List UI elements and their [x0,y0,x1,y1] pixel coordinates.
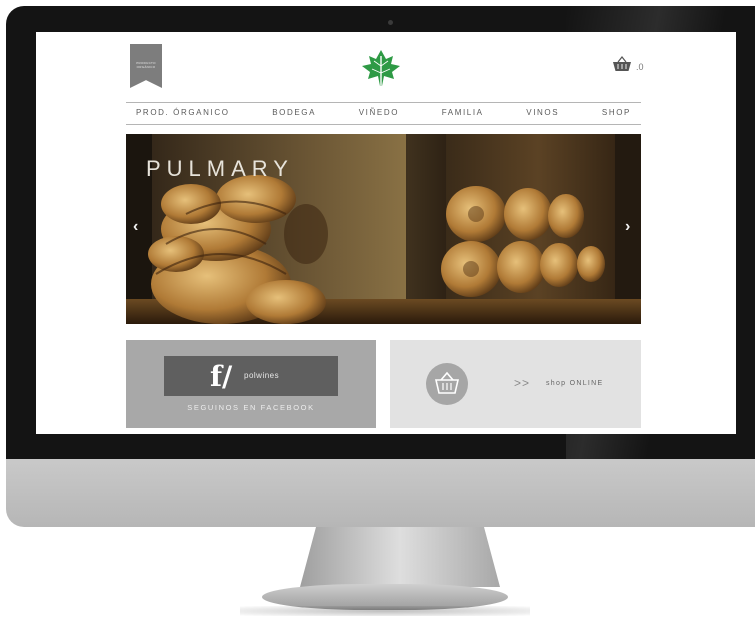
hero-slider[interactable]: PULMARY ‹ › [126,134,641,324]
monitor-stand-neck [300,527,500,587]
nav-item-prod-organico[interactable]: PROD. ÓRGANICO [136,108,230,122]
nav-item-shop[interactable]: SHOP [602,108,631,122]
basket-icon [434,371,460,394]
cart-count: .0 [636,62,644,72]
double-chevron-icon: >> [514,376,531,390]
nav-item-vinos[interactable]: VINOS [526,108,559,122]
badge-label: producto orgánico [136,61,156,69]
nav-bottom-divider [126,124,641,125]
basket-icon[interactable] [612,56,632,72]
main-nav: PROD. ÓRGANICO BODEGA VIÑEDO FAMILIA VIN… [126,108,641,122]
facebook-label: SEGUINOS EN FACEBOOK [187,403,315,412]
nav-item-familia[interactable]: FAMILIA [442,108,484,122]
monitor-shadow [240,606,530,616]
facebook-card[interactable]: f/ polwines SEGUINOS EN FACEBOOK [126,340,376,428]
shop-basket-circle[interactable] [426,363,468,405]
nav-item-vinedo[interactable]: VIÑEDO [359,108,399,122]
shop-online-card[interactable]: >> shop ONLINE [390,340,641,428]
leaf-logo-icon[interactable] [360,48,402,88]
facebook-button[interactable]: f/ polwines [164,356,338,396]
nav-top-divider [126,102,641,103]
monitor-chin [6,459,755,527]
website-screen: producto orgánico .0 PROD. ÓRGANICO BODE… [36,32,736,434]
hero-title: PULMARY [146,156,294,181]
chevron-right-icon[interactable]: › [625,218,630,236]
nav-item-bodega[interactable]: BODEGA [272,108,316,122]
organic-product-badge[interactable]: producto orgánico [130,44,162,88]
chevron-left-icon[interactable]: ‹ [133,218,138,236]
facebook-icon: f/ [210,360,233,393]
shop-online-label[interactable]: shop ONLINE [546,380,604,387]
camera-dot [388,20,393,25]
facebook-page-name: polwines [244,371,280,380]
